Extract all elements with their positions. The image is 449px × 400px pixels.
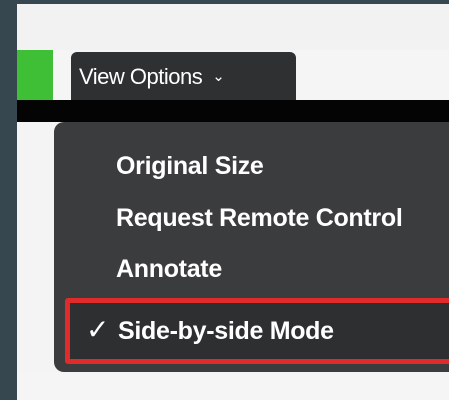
view-options-menu: Original Size Request Remote Control Ann… [54, 122, 449, 372]
screen: View Options ⌄ Original Size Request Rem… [17, 4, 449, 400]
screen-share-bar [17, 100, 449, 122]
content-area [17, 372, 449, 400]
checkmark-icon: ✓ [86, 313, 110, 346]
menu-item-side-by-side-mode[interactable]: ✓ Side-by-side Mode [65, 298, 449, 364]
chevron-down-icon: ⌄ [212, 68, 225, 85]
green-indicator [17, 50, 53, 100]
menu-item-annotate[interactable]: Annotate [116, 255, 222, 284]
view-options-label: View Options [79, 64, 203, 89]
window-top-area [17, 4, 449, 50]
menu-item-label: Side-by-side Mode [118, 317, 334, 345]
menu-item-request-remote-control[interactable]: Request Remote Control [116, 204, 403, 233]
menu-item-original-size[interactable]: Original Size [116, 152, 264, 181]
view-options-button[interactable]: View Options ⌄ [71, 52, 296, 102]
